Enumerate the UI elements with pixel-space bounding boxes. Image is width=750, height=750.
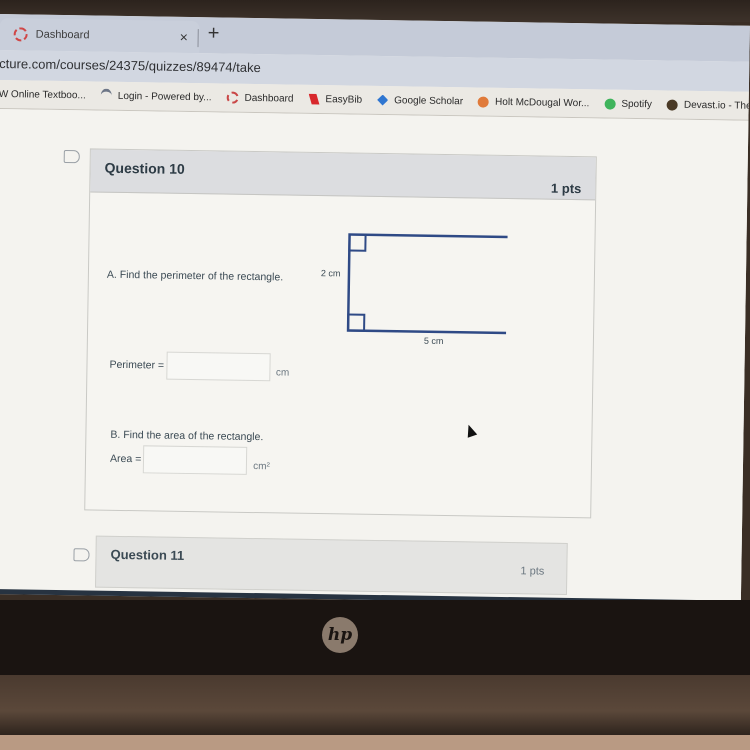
laptop-hinge	[0, 675, 750, 735]
question-header: Question 10 1 pts	[90, 149, 596, 201]
scholar-icon	[377, 94, 388, 105]
bookmark-label: Devast.io - The Onli...	[683, 99, 750, 112]
close-icon[interactable]: ×	[180, 29, 188, 45]
hp-logo: hp	[322, 617, 358, 653]
canvas-icon	[226, 91, 239, 104]
bookmark-devast[interactable]: Devast.io - The Onli...	[666, 98, 750, 112]
laptop-deck	[0, 735, 750, 750]
bookmark-online-textbook[interactable]: W Online Textboo...	[0, 88, 86, 100]
tab-title: Dashboard	[35, 28, 90, 42]
rectangle-figure: 2 cm 5 cm	[306, 230, 533, 358]
bookmark-label: Google Scholar	[394, 94, 464, 107]
area-input[interactable]	[143, 445, 248, 475]
height-label: 2 cm	[320, 268, 341, 279]
area-unit: cm²	[253, 460, 270, 472]
url-text[interactable]: cture.com/courses/24375/quizzes/89474/ta…	[0, 56, 261, 75]
bookmark-easybib[interactable]: EasyBib	[308, 93, 362, 105]
bookmark-label: W Online Textboo...	[0, 88, 86, 101]
part-a-prompt: A. Find the perimeter of the rectangle.	[106, 268, 284, 284]
question-10-card: Question 10 1 pts A. Find the perimeter …	[84, 148, 597, 519]
rectangle-shape	[346, 233, 533, 335]
right-angle-marker	[347, 313, 366, 332]
spotify-icon	[604, 98, 616, 110]
bookmark-label: Holt McDougal Wor...	[495, 96, 590, 109]
question-title: Question 10	[104, 159, 185, 177]
bookmark-google-scholar[interactable]: Google Scholar	[377, 94, 464, 107]
question-title: Question 11	[110, 546, 185, 563]
bookmark-spotify[interactable]: Spotify	[604, 98, 652, 110]
bookmark-label: EasyBib	[325, 93, 363, 106]
perimeter-input[interactable]	[165, 351, 271, 382]
devast-icon	[666, 98, 679, 111]
quiz-page: Question 10 1 pts A. Find the perimeter …	[0, 108, 750, 601]
new-tab-button[interactable]: +	[208, 22, 220, 45]
screen-bezel-bottom	[0, 600, 750, 675]
bookmark-holt-mcdougal[interactable]: Holt McDougal Wor...	[478, 96, 589, 109]
area-row: Area = cm²	[110, 445, 270, 476]
bookmark-login[interactable]: Login - Powered by...	[100, 88, 212, 105]
bookmark-label: Dashboard	[244, 92, 294, 105]
easybib-icon	[308, 93, 319, 104]
perimeter-unit: cm	[275, 366, 290, 379]
bookmark-label: Login - Powered by...	[117, 90, 212, 103]
flag-question-icon[interactable]	[73, 548, 90, 562]
perimeter-row: Perimeter = cm	[109, 351, 289, 382]
canvas-icon	[13, 27, 28, 42]
wifi-icon	[100, 88, 112, 103]
part-b-prompt: B. Find the area of the rectangle.	[110, 428, 264, 444]
question-points: 1 pts	[550, 180, 582, 197]
perimeter-label: Perimeter =	[109, 358, 165, 372]
right-angle-marker	[348, 233, 367, 252]
bookmark-dashboard[interactable]: Dashboard	[226, 91, 294, 105]
bookmark-label: Spotify	[621, 98, 653, 110]
area-label: Area =	[109, 452, 142, 466]
flag-question-icon[interactable]	[63, 150, 80, 164]
rectangle-diagram	[346, 233, 533, 335]
question-11-card: Question 11 1 pts	[95, 535, 568, 595]
question-points: 1 pts	[520, 565, 545, 578]
holt-icon	[478, 96, 490, 108]
screen: Dashboard × + cture.com/courses/24375/qu…	[0, 14, 750, 606]
width-label: 5 cm	[423, 335, 444, 347]
tab-dashboard[interactable]: Dashboard ×	[0, 17, 200, 54]
